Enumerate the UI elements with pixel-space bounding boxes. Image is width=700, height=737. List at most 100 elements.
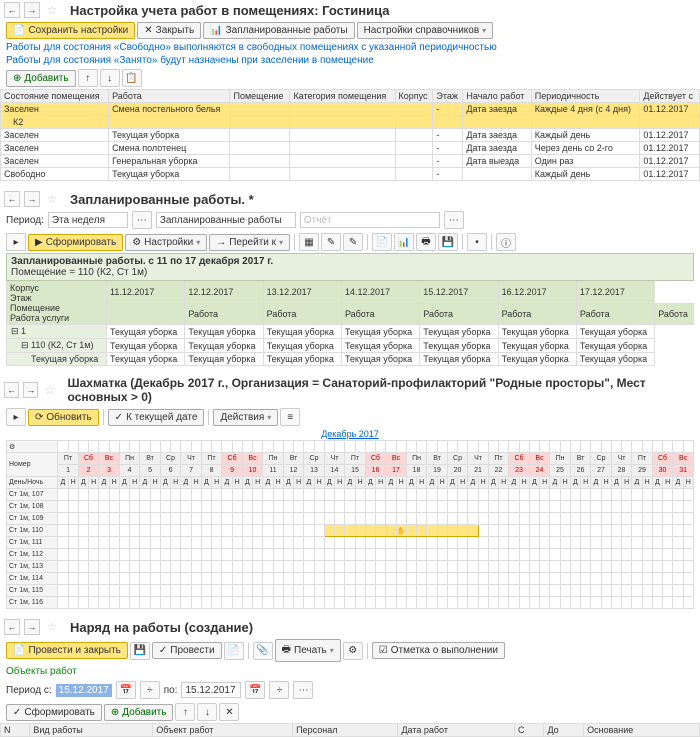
col-header[interactable]: Работа [109,90,230,103]
cal-more-icon[interactable]: ⋯ [293,681,313,699]
chess-row[interactable]: Ст 1м, 115 [7,585,694,597]
cal-step2-icon[interactable]: ÷ [269,681,289,699]
tool-2-icon[interactable]: ✎ [321,233,341,251]
tool-4-icon[interactable]: 📄 [372,233,392,251]
back-arrow-4[interactable]: ← [4,619,20,635]
chess-row[interactable]: Ст 1м, 112 [7,549,694,561]
col-header[interactable]: Персонал [293,724,398,737]
doc-icon-4[interactable]: 📄 [224,642,244,660]
table-row[interactable]: ЗаселенСмена полотенец-Дата заездаЧерез … [1,142,700,155]
down-icon[interactable]: ↓ [100,69,120,87]
chess-table[interactable]: ⚙НомерПтСбВсПнВтСрЧтПтСбВсПнВтСрЧтПтСбВс… [6,440,694,609]
save-icon-4[interactable]: 💾 [130,642,150,660]
down-icon-4[interactable]: ↓ [197,703,217,721]
tool-6-icon[interactable]: 🖶 [416,233,436,251]
post-close-button[interactable]: 📄 Провести и закрыть [6,642,128,659]
copy-icon[interactable]: 📋 [122,69,142,87]
del-icon-4[interactable]: ✕ [219,703,239,721]
close-button[interactable]: ✕ Закрыть [137,22,201,39]
col-header[interactable]: Объект работ [153,724,293,737]
extra-icon-4[interactable]: ⚙ [343,642,363,660]
col-header[interactable]: Начало работ [463,90,531,103]
date-to-input[interactable]: 15.12.2017 [181,682,241,698]
settings-button[interactable]: ⚙ Настройки [125,234,207,251]
mark-done-button[interactable]: ☑ Отметка о выполнении [372,642,505,659]
col-header[interactable]: Корпус [395,90,433,103]
col-header[interactable]: Периодичность [531,90,640,103]
col-header[interactable]: Вид работы [30,724,153,737]
report-row[interactable]: Текущая уборкаТекущая уборкаТекущая убор… [7,353,694,366]
col-header[interactable]: Основание [584,724,700,737]
up-icon-4[interactable]: ↑ [175,703,195,721]
ref-settings-button[interactable]: Настройки справочников [357,22,494,39]
col-header[interactable]: Состояние помещения [1,90,109,103]
gear-icon[interactable]: ⚙ [7,441,58,453]
fwd-arrow-2[interactable]: → [24,191,40,207]
tool-7-icon[interactable]: 💾 [438,233,458,251]
goto-button[interactable]: → Перейти к [209,234,290,251]
chess-row[interactable]: Ст 1м, 108 [7,501,694,513]
chess-row[interactable]: Ст 1м, 109 [7,513,694,525]
hotel-input[interactable]: Отчёт [300,212,440,228]
expand-icon[interactable]: ▸ [6,233,26,251]
period-input[interactable]: Эта неделя [48,212,128,228]
col-header[interactable]: С [515,724,544,737]
refresh-button[interactable]: ⟳ Обновить [28,409,99,426]
back-arrow[interactable]: ← [4,2,20,18]
col-header[interactable]: До [544,724,584,737]
report-row[interactable]: ⊟ 1Текущая уборкаТекущая уборкаТекущая у… [7,325,694,339]
star-icon-4[interactable]: ☆ [44,619,60,635]
add-button[interactable]: ⊕ Добавить [6,70,76,87]
cal-step-icon[interactable]: ÷ [140,681,160,699]
chess-month[interactable]: Декабрь 2017 [6,428,694,440]
col-header[interactable]: Действует с [640,90,700,103]
table-row[interactable]: ЗаселенГенеральная уборка-Дата выездаОди… [1,155,700,168]
actions-button[interactable]: Действия [213,409,278,426]
tool-3-icon[interactable]: ✎ [343,233,363,251]
planned-input[interactable]: Запланированные работы [156,212,296,228]
star-icon-3[interactable]: ☆ [42,382,57,398]
tool-5-icon[interactable]: 📊 [394,233,414,251]
planned-works-button[interactable]: 📊 Запланированные работы [203,22,354,39]
period-picker-icon[interactable]: ⋯ [132,211,152,229]
list-icon[interactable]: ≡ [280,408,300,426]
today-button[interactable]: ✓ К текущей дате [108,409,205,426]
col-header[interactable]: Этаж [433,90,463,103]
fwd-arrow-4[interactable]: → [24,619,40,635]
save-settings-button[interactable]: 📄 Сохранить настройки [6,22,135,39]
help-icon[interactable]: ⓘ [496,233,516,251]
post-button[interactable]: ✓ Провести [152,642,222,659]
tool-1-icon[interactable]: ▦ [299,233,319,251]
back-arrow-2[interactable]: ← [4,191,20,207]
table-row[interactable]: ЗаселенСмена постельного белья-Дата заез… [1,103,700,116]
hotel-picker-icon[interactable]: ⋯ [444,211,464,229]
report-row[interactable]: ⊟ 110 (К2, Ст 1м)Текущая уборкаТекущая у… [7,339,694,353]
chess-row[interactable]: Ст 1м, 113 [7,561,694,573]
col-header[interactable]: N [1,724,30,737]
star-icon[interactable]: ☆ [44,2,60,18]
add-button-4[interactable]: ⊕ Добавить [104,704,174,721]
back-arrow-3[interactable]: ← [4,382,19,398]
table-row[interactable]: ЗаселенТекущая уборка-Дата заездаКаждый … [1,129,700,142]
cal-to-icon[interactable]: 📅 [245,681,265,699]
attach-icon[interactable]: 📎 [253,642,273,660]
chess-row[interactable]: Ст 1м, 111 [7,537,694,549]
table-row[interactable]: СвободноТекущая уборка-Каждый день01.12.… [1,168,700,181]
form-report-button[interactable]: ▶ Сформировать [28,234,123,251]
chess-row[interactable]: Ст 1м, 110✋ [7,525,694,537]
print-button[interactable]: 🖶 Печать [275,639,341,662]
chess-row[interactable]: Ст 1м, 114 [7,573,694,585]
form-button-4[interactable]: ✓ Сформировать [6,704,102,721]
up-icon[interactable]: ↑ [78,69,98,87]
fwd-arrow-3[interactable]: → [23,382,38,398]
chess-row[interactable]: Ст 1м, 107 [7,489,694,501]
col-header[interactable]: Дата работ [398,724,515,737]
date-from-input[interactable]: 15.12.2017 [56,684,112,697]
expand-icon-3[interactable]: ▸ [6,408,26,426]
star-icon-2[interactable]: ☆ [44,191,60,207]
col-header[interactable]: Категория помещения [290,90,395,103]
cal-from-icon[interactable]: 📅 [116,681,136,699]
chess-row[interactable]: Ст 1м, 116 [7,597,694,609]
col-header[interactable]: Помещение [230,90,290,103]
tool-8-icon[interactable]: • [467,233,487,251]
